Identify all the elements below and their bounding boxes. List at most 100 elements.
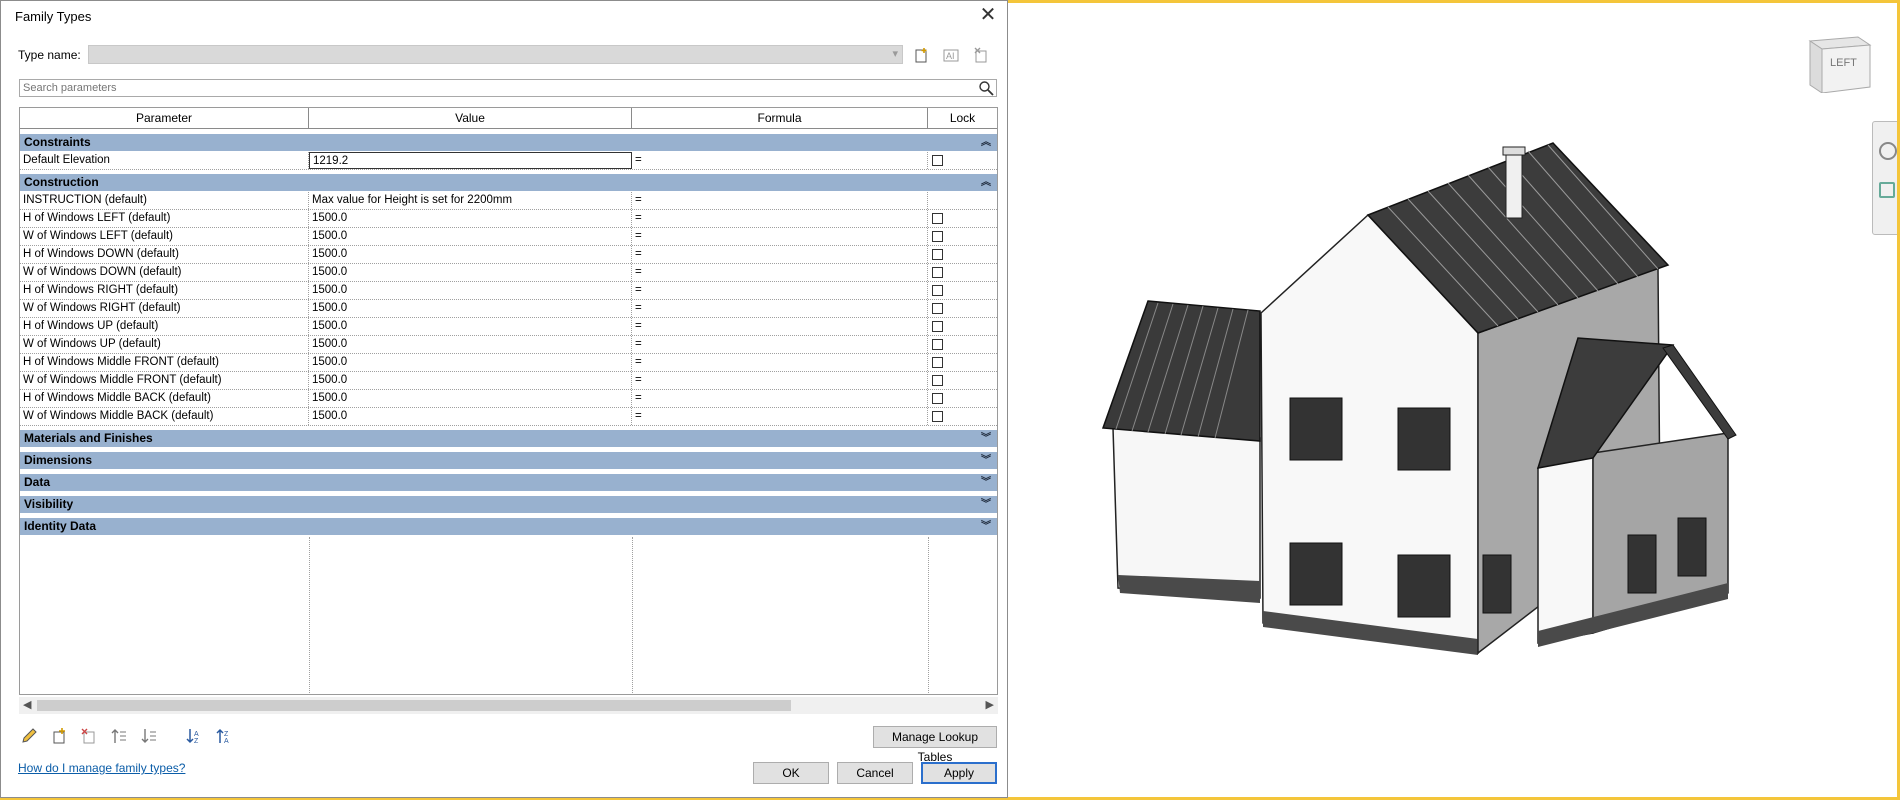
lock-checkbox[interactable]: [932, 321, 943, 332]
param-formula[interactable]: =: [632, 152, 928, 169]
column-header-value[interactable]: Value: [309, 108, 632, 129]
new-type-icon[interactable]: [912, 46, 930, 64]
param-value[interactable]: 1500.0: [309, 264, 632, 281]
param-formula[interactable]: =: [632, 282, 928, 299]
param-value[interactable]: 1500.0: [309, 390, 632, 407]
cancel-button[interactable]: Cancel: [837, 762, 913, 784]
group-dimensions[interactable]: Dimensions ︾: [20, 452, 997, 469]
column-header-formula[interactable]: Formula: [632, 108, 928, 129]
move-down-icon[interactable]: [140, 727, 158, 745]
group-constraints[interactable]: Constraints ︽: [20, 134, 997, 151]
param-formula[interactable]: =: [632, 300, 928, 317]
param-name: INSTRUCTION (default): [20, 192, 309, 209]
navigation-bar[interactable]: [1872, 121, 1897, 235]
sort-descending-icon[interactable]: ZA: [215, 727, 233, 745]
viewcube-label: LEFT: [1830, 57, 1857, 69]
svg-text:Z: Z: [224, 731, 229, 738]
param-value[interactable]: 1500.0: [309, 408, 632, 425]
param-value[interactable]: 1500.0: [309, 228, 632, 245]
group-visibility[interactable]: Visibility ︾: [20, 496, 997, 513]
scroll-right-icon[interactable]: ▶: [986, 698, 994, 711]
param-formula[interactable]: =: [632, 210, 928, 227]
group-construction[interactable]: Construction ︽: [20, 174, 997, 191]
param-formula[interactable]: =: [632, 354, 928, 371]
param-value[interactable]: 1500.0: [309, 354, 632, 371]
lock-checkbox[interactable]: [932, 393, 943, 404]
lock-checkbox[interactable]: [932, 285, 943, 296]
horizontal-scrollbar[interactable]: ◀ ▶: [19, 697, 998, 714]
3d-viewport[interactable]: LEFT: [1008, 3, 1897, 797]
close-icon: ✕: [979, 4, 997, 26]
group-label: Identity Data: [24, 519, 97, 533]
manage-lookup-tables-button[interactable]: Manage Lookup Tables: [873, 726, 997, 764]
group-data[interactable]: Data ︾: [20, 474, 997, 491]
param-name: H of Windows RIGHT (default): [20, 282, 309, 299]
lock-checkbox[interactable]: [932, 213, 943, 224]
param-value[interactable]: 1500.0: [309, 210, 632, 227]
column-header-lock[interactable]: Lock: [928, 108, 997, 129]
param-formula[interactable]: =: [632, 228, 928, 245]
lock-checkbox[interactable]: [932, 249, 943, 260]
param-name: W of Windows Middle FRONT (default): [20, 372, 309, 389]
chevron-down-icon: ︾: [981, 477, 991, 488]
steering-wheel-icon[interactable]: [1879, 142, 1897, 160]
lock-checkbox[interactable]: [932, 357, 943, 368]
param-formula[interactable]: =: [632, 246, 928, 263]
group-identity-data[interactable]: Identity Data ︾: [20, 518, 997, 535]
lock-checkbox[interactable]: [932, 155, 943, 166]
param-value[interactable]: 1500.0: [309, 300, 632, 317]
chevron-down-icon: ︾: [981, 433, 991, 444]
param-value-input[interactable]: 1219.2: [309, 152, 632, 169]
ok-button[interactable]: OK: [753, 762, 829, 784]
param-value[interactable]: 1500.0: [309, 372, 632, 389]
table-row: H of Windows LEFT (default) 1500.0 =: [20, 210, 997, 228]
help-link[interactable]: How do I manage family types?: [18, 761, 185, 775]
lock-checkbox[interactable]: [932, 339, 943, 350]
close-button[interactable]: ✕: [977, 5, 999, 27]
type-name-dropdown[interactable]: ▾: [88, 45, 903, 64]
svg-text:AI: AI: [946, 51, 955, 61]
column-header-parameter[interactable]: Parameter: [20, 108, 309, 129]
pencil-icon[interactable]: [20, 727, 38, 745]
param-formula[interactable]: =: [632, 264, 928, 281]
lock-checkbox[interactable]: [932, 375, 943, 386]
lock-checkbox[interactable]: [932, 411, 943, 422]
param-formula[interactable]: =: [632, 390, 928, 407]
group-label: Dimensions: [24, 453, 93, 467]
param-value[interactable]: 1500.0: [309, 246, 632, 263]
apply-button[interactable]: Apply: [921, 762, 997, 784]
param-value[interactable]: Max value for Height is set for 2200mm: [309, 192, 632, 209]
rename-type-icon[interactable]: AI: [942, 46, 960, 64]
table-row: H of Windows Middle BACK (default) 1500.…: [20, 390, 997, 408]
table-row: H of Windows DOWN (default) 1500.0 =: [20, 246, 997, 264]
param-formula[interactable]: =: [632, 336, 928, 353]
param-name: H of Windows Middle BACK (default): [20, 390, 309, 407]
delete-type-icon[interactable]: [972, 46, 990, 64]
lock-checkbox[interactable]: [932, 303, 943, 314]
lock-checkbox[interactable]: [932, 267, 943, 278]
param-formula[interactable]: =: [632, 318, 928, 335]
table-row: Default Elevation 1219.2 =: [20, 152, 997, 170]
scroll-left-icon[interactable]: ◀: [23, 698, 31, 711]
param-formula[interactable]: =: [632, 408, 928, 425]
group-materials-and-finishes[interactable]: Materials and Finishes ︾: [20, 430, 997, 447]
delete-parameter-icon[interactable]: [80, 727, 98, 745]
param-formula[interactable]: =: [632, 192, 928, 209]
param-value[interactable]: 1500.0: [309, 318, 632, 335]
new-parameter-icon[interactable]: [50, 727, 68, 745]
param-formula[interactable]: =: [632, 372, 928, 389]
param-value[interactable]: 1500.0: [309, 336, 632, 353]
group-label: Construction: [24, 175, 99, 189]
search-icon[interactable]: [978, 80, 994, 96]
search-parameters-field[interactable]: [19, 79, 997, 97]
viewcube[interactable]: LEFT: [1806, 33, 1872, 94]
table-row: W of Windows RIGHT (default) 1500.0 =: [20, 300, 997, 318]
lock-checkbox[interactable]: [932, 231, 943, 242]
param-value[interactable]: 1500.0: [309, 282, 632, 299]
search-input[interactable]: [20, 80, 966, 96]
family-types-dialog: Family Types ✕ Type name: ▾ AI Parameter…: [0, 0, 1008, 798]
move-up-icon[interactable]: [110, 727, 128, 745]
sort-ascending-icon[interactable]: AZ: [185, 727, 203, 745]
zoom-icon[interactable]: [1879, 182, 1895, 198]
scrollbar-thumb[interactable]: [37, 700, 791, 711]
